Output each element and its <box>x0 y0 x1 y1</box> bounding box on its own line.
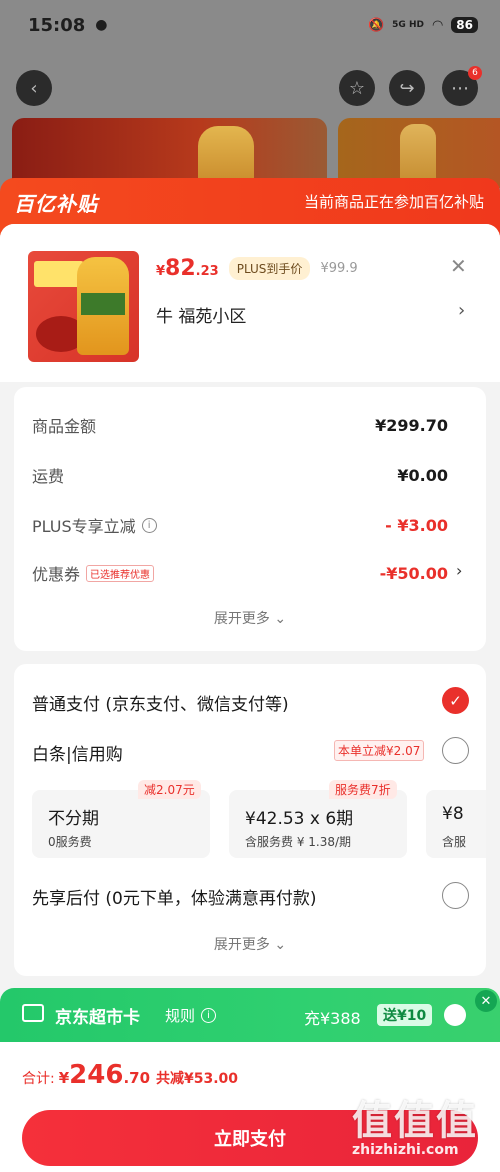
jd-supermarket-card-bar[interactable]: 京东超市卡 规则 i 充¥388 送¥10 <box>0 988 500 1044</box>
payment-expand-more-link[interactable]: 展开更多 ⌄ <box>0 934 500 954</box>
expand-more-link[interactable]: 展开更多 ⌄ <box>14 608 486 628</box>
plan-promo-tag: 减2.07元 <box>138 780 201 799</box>
baitiao-radio[interactable] <box>442 737 469 764</box>
normal-pay-radio[interactable]: ✓ <box>442 687 469 714</box>
jd-card-charge: 充¥388 <box>304 1009 361 1028</box>
jd-card-title: 京东超市卡 <box>55 1008 140 1028</box>
chevron-right-icon[interactable]: › <box>456 561 462 580</box>
chevron-left-icon: ‹ <box>30 77 38 99</box>
coupon-row[interactable]: 优惠券 已选推荐优惠 -¥50.00 <box>32 561 448 585</box>
plan-promo-tag: 服务费7折 <box>329 780 397 799</box>
jd-card-rule-link[interactable]: 规则 i <box>165 1005 217 1026</box>
close-icon[interactable]: ✕ <box>450 254 467 278</box>
baitiao-promo-tag: 本单立减¥2.07 <box>334 740 425 761</box>
summary-row: PLUS专享立减 i - ¥3.00 <box>32 515 448 537</box>
favorite-button[interactable]: ☆ <box>339 70 375 106</box>
price-summary-card: 商品金额 ¥299.70 运费 ¥0.00 PLUS专享立减 i - ¥3.00 … <box>14 387 486 651</box>
back-button[interactable]: ‹ <box>16 70 52 106</box>
installment-option-none[interactable]: 不分期 0服务费 <box>32 790 210 858</box>
watermark-site: zhizhizhi.com <box>352 1142 459 1158</box>
delivery-address[interactable]: 牛 福苑小区 <box>156 302 246 327</box>
subsidy-note: 当前商品正在参加百亿补贴 <box>303 193 484 211</box>
coupon-tag: 已选推荐优惠 <box>86 564 155 582</box>
installment-option-more[interactable]: ¥8 含服 <box>426 790 486 858</box>
info-icon: i <box>201 1008 217 1023</box>
network-indicator: 5G HD <box>392 20 424 30</box>
total-saved: 共减¥53.00 <box>156 1071 239 1087</box>
installment-option-6[interactable]: ¥42.53 x 6期 含服务费 ¥ 1.38/期 <box>229 790 407 858</box>
card-icon <box>22 1004 44 1022</box>
more-icon: ⋯ <box>451 77 469 99</box>
mute-icon: 🔕 <box>367 17 385 33</box>
watermark-logo: 值值值 <box>352 1098 478 1144</box>
status-bar: 15:08 ● 🔕 5G HD ◠ 86 <box>0 0 500 50</box>
normal-pay-label[interactable]: 普通支付 (京东支付、微信支付等) <box>32 690 289 715</box>
notification-icon: ● <box>95 17 108 33</box>
pay-later-label[interactable]: 先享后付 (0元下单，体验满意再付款) <box>32 884 316 909</box>
product-price: ¥82.23 <box>156 256 219 281</box>
check-icon: ✓ <box>449 691 462 710</box>
info-icon[interactable]: i <box>141 517 157 533</box>
plus-price-tag: PLUS到手价 <box>228 257 311 280</box>
share-icon: ↪ <box>399 77 415 99</box>
close-icon[interactable]: ✕ <box>475 990 497 1012</box>
share-button[interactable]: ↪ <box>389 70 425 106</box>
pay-later-radio[interactable] <box>442 882 469 909</box>
wifi-icon: ◠ <box>431 17 444 33</box>
baitiao-label[interactable]: 白条|信用购 <box>32 740 123 765</box>
more-badge: 6 <box>468 66 482 80</box>
chevron-down-icon: ⌄ <box>274 937 287 953</box>
chevron-down-icon: ⌄ <box>274 611 287 627</box>
product-image <box>28 251 139 362</box>
price-row: ¥82.23 PLUS到手价 ¥99.9 <box>156 256 358 281</box>
order-total: 合计: ¥ 246 .70 共减¥53.00 <box>22 1060 239 1090</box>
summary-row: 运费 ¥0.00 <box>32 465 448 487</box>
jd-card-radio[interactable] <box>444 1004 466 1026</box>
more-button[interactable]: ⋯ 6 <box>442 66 482 106</box>
status-time: 15:08 <box>28 14 86 36</box>
subsidy-logo: 百亿补贴 <box>14 192 98 216</box>
summary-row: 商品金额 ¥299.70 <box>32 415 448 437</box>
star-icon: ☆ <box>348 77 366 99</box>
original-price: ¥99.9 <box>320 261 358 276</box>
jd-card-bonus: 送¥10 <box>377 1004 433 1026</box>
battery-indicator: 86 <box>451 17 478 33</box>
chevron-right-icon[interactable]: › <box>458 300 465 321</box>
